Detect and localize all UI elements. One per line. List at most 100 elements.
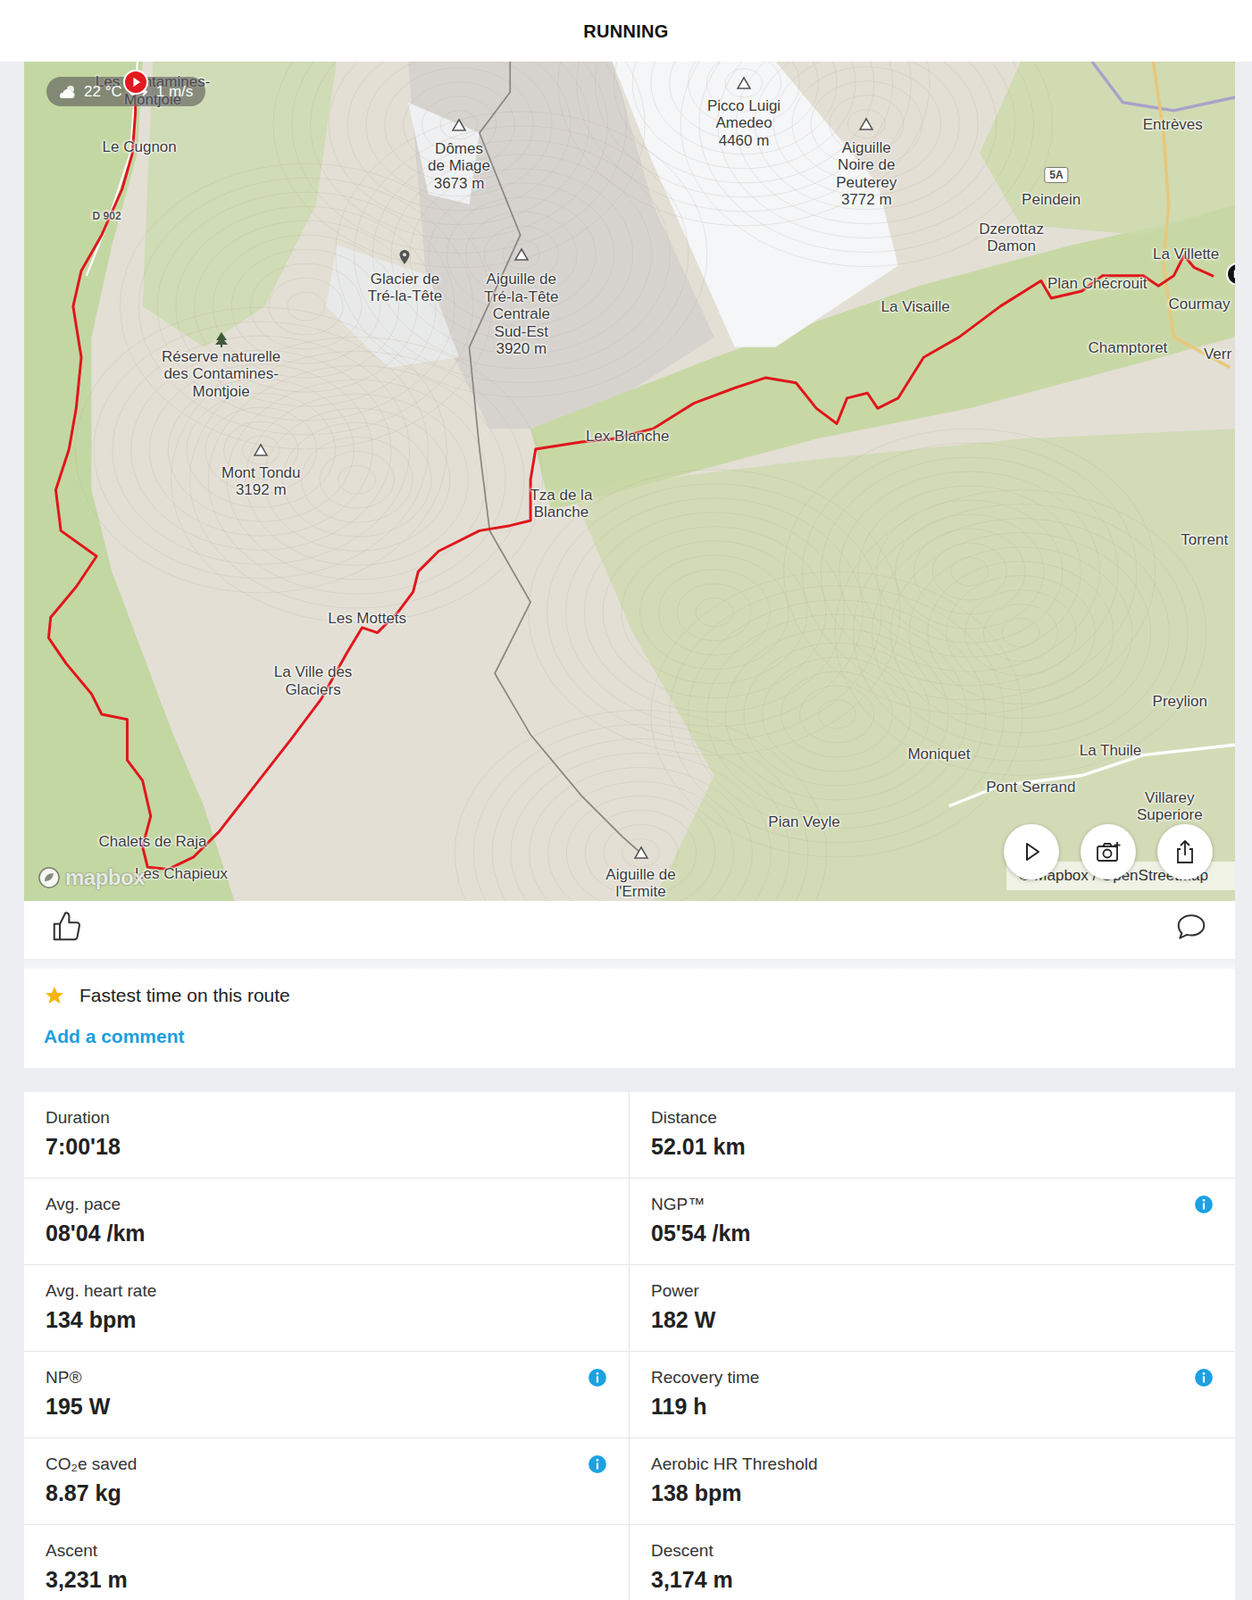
map-label-line: Le Cugnon <box>102 138 177 157</box>
peak-icon <box>252 442 269 459</box>
map-label: Lex Blanche <box>585 428 670 447</box>
stat-value: 05'54 /km <box>651 1219 1214 1247</box>
map-label-line: Centrale <box>484 305 559 324</box>
stat-label: Duration <box>45 1108 110 1128</box>
info-icon <box>1193 1194 1214 1215</box>
map-label-line: Aiguille de <box>605 866 676 885</box>
map-label-line: Mont Tondu <box>221 464 301 483</box>
map-label: Aiguille del'Ermite <box>605 866 676 902</box>
map-label: Picco LuigiAmedeo4460 m <box>707 96 781 150</box>
map-label-line: Aiguille <box>835 139 897 158</box>
peak-icon <box>450 116 468 134</box>
map-terrain <box>24 61 1236 902</box>
map-label: Tza de laBlanche <box>529 486 593 522</box>
info-button[interactable] <box>587 1454 608 1475</box>
map-label-line: Pont Serrand <box>985 778 1076 797</box>
spacer <box>24 1068 1236 1093</box>
stat-cell: Recovery time119 h <box>629 1352 1236 1439</box>
stat-label-row: NGP™ <box>651 1194 1214 1215</box>
pin-icon <box>396 249 413 266</box>
stat-cell: Avg. heart rate 134 bpm <box>24 1265 630 1353</box>
info-button[interactable] <box>587 1368 608 1388</box>
map-label: Les Mottets <box>327 609 407 628</box>
stat-cell: Avg. pace 08'04 /km <box>24 1178 630 1266</box>
map-label-line: Montjoie <box>161 382 281 401</box>
map-label-line: La Ville des <box>274 664 353 683</box>
map-label-line: 5A <box>1049 167 1063 183</box>
stat-label-row: Power <box>651 1281 1214 1302</box>
map-label-line: Dômes <box>427 139 491 158</box>
stat-label-row: Avg. heart rate <box>45 1281 608 1302</box>
stat-label-row: Descent <box>651 1541 1214 1561</box>
stat-label: Power <box>651 1281 700 1302</box>
map-label-line: Pian Veyle <box>767 813 840 832</box>
map-label-line: Villarey <box>1136 789 1203 808</box>
peak-icon <box>513 246 530 263</box>
mapbox-logo-text[interactable]: mapbox <box>65 861 145 894</box>
map-label-line: Damon <box>978 238 1044 257</box>
map-label-line: Torrent <box>1180 531 1228 550</box>
map-label-line: Verr <box>1203 345 1232 364</box>
peak-icon <box>633 844 650 861</box>
map-label-line: La Villette <box>1152 245 1219 264</box>
info-icon <box>587 1454 608 1475</box>
map-label-line: Preylion <box>1152 692 1208 711</box>
mapbox-logo[interactable]: mapbox <box>36 861 145 894</box>
stat-cell: Ascent3,231 m <box>24 1525 630 1600</box>
star-icon <box>43 984 66 1007</box>
stat-cell: NGP™ 05'54 /km <box>629 1178 1236 1266</box>
stat-value: 7:00'18 <box>45 1133 608 1161</box>
add-comment-link[interactable]: Add a comment <box>43 1024 185 1050</box>
map-label-line: 3673 m <box>427 174 491 192</box>
map-label: Pian Veyle <box>767 813 840 832</box>
play-button[interactable] <box>1003 824 1060 880</box>
map-label: Torrent <box>1180 531 1228 550</box>
stat-value: 182 W <box>651 1306 1214 1334</box>
map-label-line: Les Mottets <box>327 609 407 628</box>
map-label-line: La Thuile <box>1079 742 1143 760</box>
map-label-line: Peindein <box>1021 191 1081 210</box>
share-button[interactable] <box>1157 824 1213 880</box>
achievement-text: Fastest time on this route <box>79 983 291 1009</box>
map-label-line: 4460 m <box>707 131 781 150</box>
thumbs-up-icon <box>50 909 84 944</box>
stat-value: 138 bpm <box>651 1479 1214 1507</box>
stat-cell: NP®195 W <box>24 1352 630 1439</box>
stat-label: Avg. pace <box>45 1194 121 1215</box>
add-photo-button[interactable] <box>1080 824 1136 880</box>
stat-label-row: Aerobic HR Threshold <box>651 1454 1214 1475</box>
route-map[interactable]: Les Contamines-MontjoieLe CugnonD 902Dôm… <box>24 61 1236 902</box>
map-label: D 902 <box>92 210 122 224</box>
map-label: Pont Serrand <box>985 778 1076 797</box>
map-label: Peindein <box>1021 191 1081 210</box>
info-button[interactable] <box>1193 1368 1214 1388</box>
peak-icon <box>858 116 875 133</box>
map-label: Preylion <box>1152 692 1208 711</box>
map-label: Verr <box>1203 345 1232 364</box>
comment-button[interactable] <box>1174 909 1209 951</box>
info-button[interactable] <box>1193 1194 1214 1215</box>
activity-page: RUNNINGLes Contamines-MontjoieLe CugnonD… <box>0 0 1252 1600</box>
stat-label: Avg. heart rate <box>45 1281 157 1302</box>
stat-value: 134 bpm <box>45 1306 608 1334</box>
stat-label-row: Distance <box>651 1108 1214 1128</box>
stat-label: NGP™ <box>651 1194 705 1215</box>
stat-cell: Aerobic HR Threshold 138 bpm <box>629 1438 1236 1526</box>
stat-value: 52.01 km <box>651 1133 1214 1161</box>
content-column: Les Contamines-MontjoieLe CugnonD 902Dôm… <box>24 61 1236 1600</box>
stat-label: Ascent <box>45 1541 98 1561</box>
peak-icon <box>735 75 752 92</box>
cloud-icon <box>57 83 77 101</box>
stats-grid: Duration 7:00'18 Distance 52.01 km Avg. pace… <box>24 1092 1236 1600</box>
temperature: 22 °C <box>83 80 123 104</box>
map-label: Les Chapieux <box>134 866 228 885</box>
stat-value: 08'04 /km <box>45 1219 608 1247</box>
info-icon <box>1193 1368 1214 1388</box>
like-button[interactable] <box>50 909 84 951</box>
stat-label-row: Recovery time <box>651 1368 1214 1388</box>
mapbox-logo-icon <box>36 865 62 891</box>
map-label-line: des Contamines- <box>161 365 281 384</box>
stat-label-row: NP® <box>45 1368 608 1388</box>
map-label-line: Peuterey <box>835 174 897 192</box>
stat-cell: Distance 52.01 km <box>629 1092 1236 1179</box>
